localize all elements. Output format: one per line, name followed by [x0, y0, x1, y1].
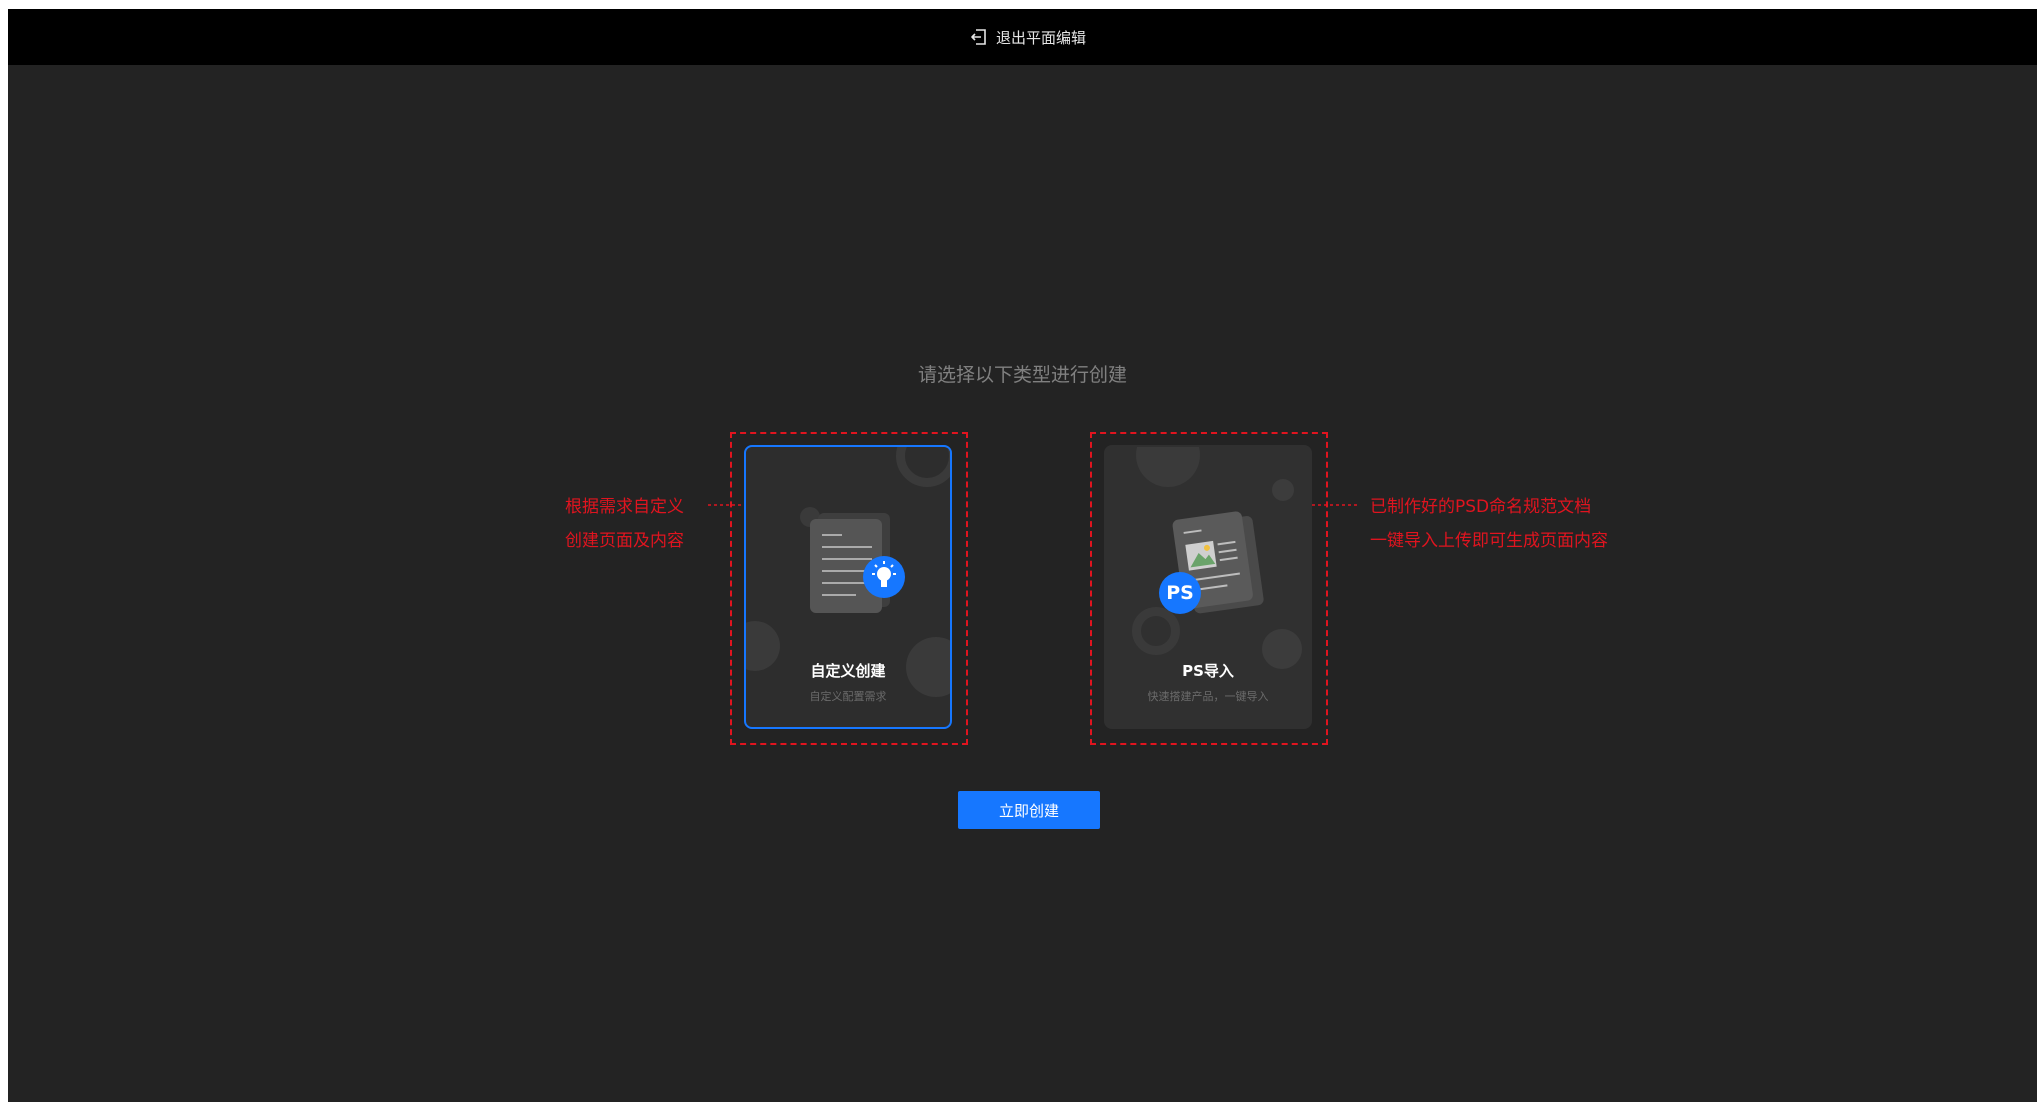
card-custom-create[interactable]: 自定义创建 自定义配置需求: [744, 445, 952, 729]
ps-badge: PS: [1166, 582, 1194, 604]
annotation-left-line-1: 根据需求自定义: [565, 497, 684, 517]
exit-edit-button[interactable]: 退出平面编辑: [970, 24, 1086, 50]
document-lightbulb-icon: [800, 511, 910, 625]
annotation-left: 根据需求自定义 创建页面及内容: [565, 490, 684, 558]
annotation-left-line-2: 创建页面及内容: [565, 531, 684, 551]
card-title: PS导入: [1182, 662, 1234, 680]
card-ps-import[interactable]: PS PS导入 快速搭建产品，一键导入: [1104, 445, 1312, 729]
exit-edit-label: 退出平面编辑: [996, 28, 1087, 47]
decor-circle: [1136, 447, 1200, 487]
app-canvas: 退出平面编辑 请选择以下类型进行创建 根据需求自定义 创建页面及内容 自定义创建…: [8, 9, 2037, 1102]
annotation-right-line-1: 已制作好的PSD命名规范文档: [1370, 497, 1592, 517]
exit-icon: [970, 28, 988, 46]
decor-ring: [896, 447, 950, 487]
top-bar: 退出平面编辑: [8, 9, 2037, 65]
card-subtitle: 自定义配置需求: [809, 690, 887, 703]
annotation-right-line-2: 一键导入上传即可生成页面内容: [1370, 531, 1608, 551]
create-now-button[interactable]: 立即创建: [958, 791, 1100, 829]
annotation-right: 已制作好的PSD命名规范文档 一键导入上传即可生成页面内容: [1370, 490, 1608, 558]
card-title: 自定义创建: [810, 662, 886, 680]
page-prompt: 请选择以下类型进行创建: [917, 364, 1127, 386]
decor-circle: [1272, 479, 1294, 501]
card-subtitle: 快速搭建产品，一键导入: [1147, 690, 1269, 703]
ps-document-icon: [1154, 507, 1274, 631]
